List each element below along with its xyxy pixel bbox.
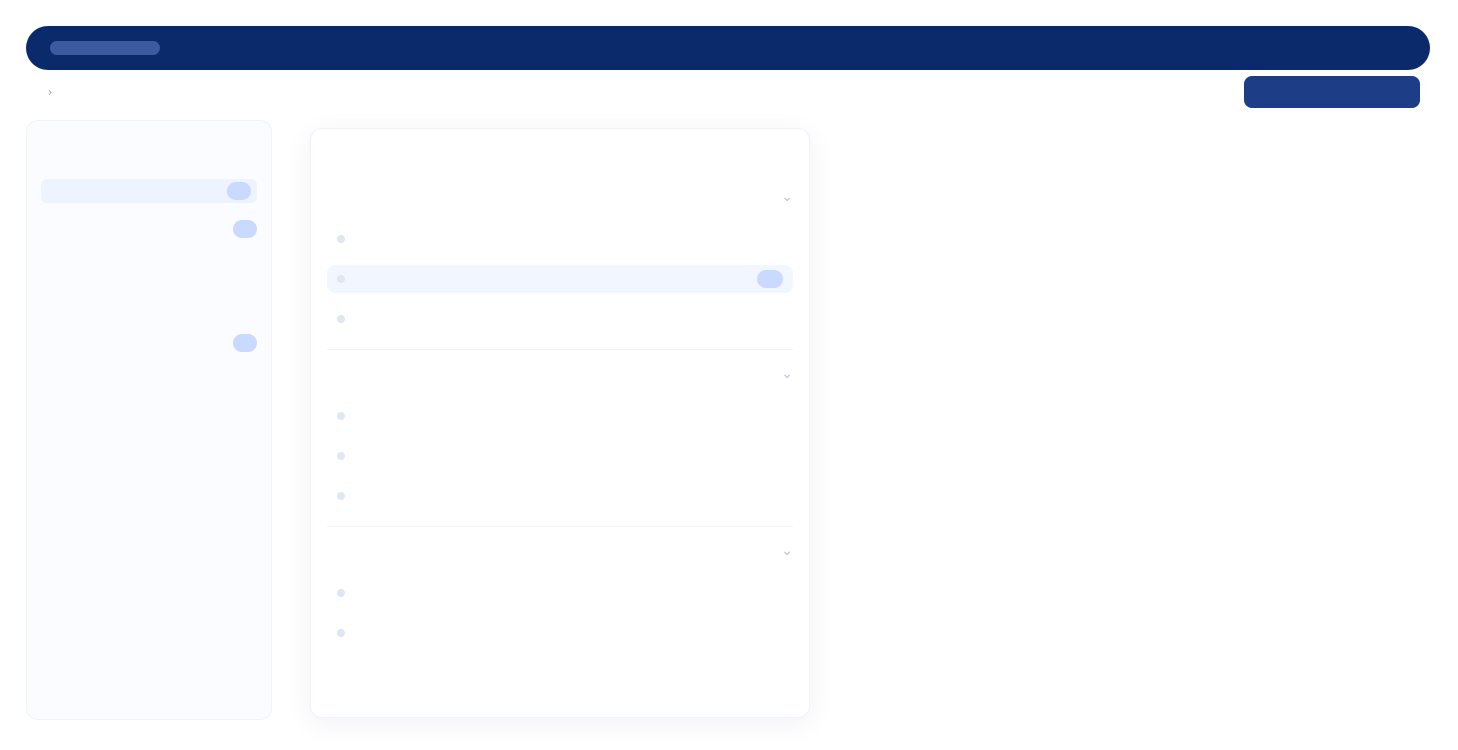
- list-item-left: [337, 452, 355, 460]
- chevron-down-icon[interactable]: ⌄: [781, 188, 793, 205]
- status-dot-icon: [337, 492, 345, 500]
- list-item[interactable]: [327, 579, 793, 607]
- breadcrumb-separator-icon: ›: [48, 85, 52, 99]
- status-dot-icon: [337, 235, 345, 243]
- center-results-panel: ⌄ ⌄ ⌄: [310, 128, 810, 718]
- list-item[interactable]: [327, 225, 793, 253]
- left-filter-panel: [26, 120, 272, 720]
- group-rows: [327, 579, 793, 647]
- status-dot-icon: [337, 452, 345, 460]
- list-item-left: [337, 315, 355, 323]
- group-2: ⌄: [327, 349, 793, 510]
- filter-item-1[interactable]: [41, 179, 257, 203]
- filter-item-5[interactable]: [41, 331, 257, 355]
- filter-list: [41, 179, 257, 355]
- group-header[interactable]: ⌄: [327, 539, 793, 561]
- list-item-left: [337, 412, 355, 420]
- chevron-down-icon[interactable]: ⌄: [781, 365, 793, 382]
- subbar-actions: [1184, 76, 1420, 108]
- group-1: ⌄: [327, 185, 793, 333]
- filter-count-badge: [233, 220, 257, 238]
- list-item[interactable]: [327, 482, 793, 510]
- chevron-down-icon[interactable]: ⌄: [781, 542, 793, 559]
- brand-logo[interactable]: [50, 41, 160, 55]
- status-dot-icon: [337, 589, 345, 597]
- filter-count-badge: [227, 182, 251, 200]
- list-item-left: [337, 275, 355, 283]
- list-item-left: [337, 235, 355, 243]
- list-item[interactable]: [327, 305, 793, 333]
- filter-item-3[interactable]: [41, 255, 257, 279]
- status-dot-icon: [337, 629, 345, 637]
- group-rows: [327, 402, 793, 510]
- group-list: ⌄ ⌄ ⌄: [327, 185, 793, 647]
- center-panel-header: [327, 145, 793, 165]
- primary-action-button[interactable]: [1244, 76, 1420, 108]
- list-item-selected[interactable]: [327, 265, 793, 293]
- list-item[interactable]: [327, 619, 793, 647]
- list-item[interactable]: [327, 442, 793, 470]
- subheader-bar: ›: [40, 76, 1420, 108]
- list-item[interactable]: [327, 402, 793, 430]
- list-item-left: [337, 589, 355, 597]
- status-dot-icon: [337, 275, 345, 283]
- list-item-left: [337, 629, 355, 637]
- list-item-left: [337, 492, 355, 500]
- group-header[interactable]: ⌄: [327, 185, 793, 207]
- breadcrumb: ›: [40, 85, 60, 99]
- status-dot-icon: [337, 315, 345, 323]
- status-dot-icon: [337, 412, 345, 420]
- filter-item-4[interactable]: [41, 293, 257, 317]
- filter-item-2[interactable]: [41, 217, 257, 241]
- list-item-badge: [757, 270, 783, 288]
- filter-count-badge: [233, 334, 257, 352]
- group-rows: [327, 225, 793, 333]
- group-3: ⌄: [327, 526, 793, 647]
- group-header[interactable]: ⌄: [327, 362, 793, 384]
- top-navigation-bar: [26, 26, 1430, 70]
- center-panel-titles: [327, 145, 647, 151]
